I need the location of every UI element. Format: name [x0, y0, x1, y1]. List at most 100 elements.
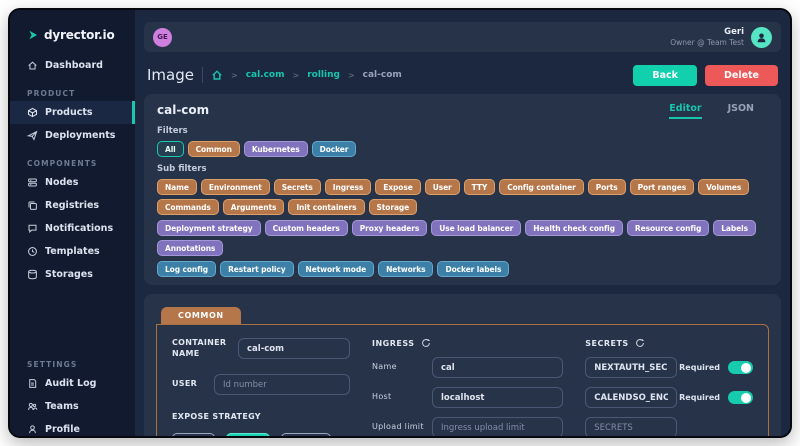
users-icon: [27, 401, 38, 412]
sidebar-item-teams[interactable]: Teams: [10, 395, 135, 418]
sub-filter-chip[interactable]: User: [425, 179, 460, 195]
secret-new-input[interactable]: [585, 417, 677, 436]
panel-col-3: SECRETS Required Required: [585, 338, 753, 436]
sub-filter-chip[interactable]: Environment: [201, 179, 270, 195]
sub-filter-chip[interactable]: Use load balancer: [431, 220, 521, 236]
avatar[interactable]: [751, 27, 772, 48]
sidebar-item-nodes[interactable]: Nodes: [10, 171, 135, 194]
user-input[interactable]: [214, 374, 350, 395]
sub-filter-chip[interactable]: Init containers: [288, 199, 364, 215]
expose-https-button[interactable]: HTTPS: [281, 433, 330, 436]
deploy-icon: [27, 130, 38, 141]
sidebar-item-audit-log[interactable]: Audit Log: [10, 372, 135, 395]
common-section-tab[interactable]: COMMON: [161, 307, 241, 324]
panel-col-2: INGRESS Name Host Upload limit: [372, 338, 563, 436]
main-area: GE Geri Owner @ Team Test Image > cal.co…: [135, 10, 790, 436]
ingress-host-label: Host: [372, 392, 432, 402]
filter-chip-common[interactable]: Common: [188, 141, 240, 157]
sub-filter-chip[interactable]: Annotations: [157, 240, 223, 256]
brand-logo[interactable]: dyrector.io: [10, 24, 135, 54]
sub-filter-chip[interactable]: TTY: [464, 179, 496, 195]
chevron-right-icon: >: [231, 71, 238, 80]
delete-button[interactable]: Delete: [705, 65, 778, 86]
tab-editor[interactable]: Editor: [669, 103, 701, 119]
team-badge[interactable]: GE: [153, 28, 172, 47]
secret-key-input[interactable]: [585, 387, 677, 408]
secret-key-input[interactable]: [585, 357, 677, 378]
sub-filter-chip[interactable]: Networks: [378, 261, 433, 277]
ingress-name-input[interactable]: [432, 357, 563, 378]
user-name: Geri: [670, 27, 744, 38]
home-icon[interactable]: [211, 69, 223, 81]
sub-filter-chip[interactable]: Restart policy: [220, 261, 293, 277]
sidebar-item-label: Storages: [45, 269, 93, 280]
sidebar-item-storages[interactable]: Storages: [10, 263, 135, 286]
sub-filter-chip[interactable]: Network mode: [298, 261, 375, 277]
sidebar-item-registries[interactable]: Registries: [10, 194, 135, 217]
sub-filter-chip[interactable]: Storage: [369, 199, 418, 215]
sidebar-item-products[interactable]: Products: [10, 101, 135, 124]
sub-filter-chip[interactable]: Health check config: [525, 220, 623, 236]
secrets-label: SECRETS: [585, 339, 628, 348]
sub-filter-chip[interactable]: Docker labels: [437, 261, 509, 277]
sidebar-item-profile[interactable]: Profile: [10, 418, 135, 438]
refresh-icon[interactable]: [635, 338, 645, 348]
container-name-label: CONTAINER NAME: [172, 338, 238, 359]
panel-col-1: CONTAINER NAME USER EXPOSE STRATEGY None…: [172, 338, 350, 436]
required-label: Required: [679, 363, 720, 372]
sub-filter-chip[interactable]: Log config: [157, 261, 216, 277]
required-toggle[interactable]: [728, 391, 753, 404]
ingress-host-input[interactable]: [432, 387, 563, 408]
back-button[interactable]: Back: [633, 65, 697, 86]
tab-json[interactable]: JSON: [728, 103, 754, 119]
sub-filter-chip[interactable]: Port ranges: [630, 179, 694, 195]
sub-filter-chip[interactable]: Custom headers: [265, 220, 348, 236]
sub-filter-chip[interactable]: Volumes: [698, 179, 749, 195]
sub-filter-chip[interactable]: Config container: [499, 179, 584, 195]
breadcrumb: Image > cal.com > rolling > cal-com Back…: [144, 61, 781, 89]
chevron-right-icon: >: [293, 71, 300, 80]
container-name-input[interactable]: [238, 338, 350, 359]
sidebar-spacer: [10, 286, 135, 348]
sub-filter-chip[interactable]: Proxy headers: [352, 220, 428, 236]
sub-filter-chip[interactable]: Secrets: [274, 179, 321, 195]
sidebar-item-dashboard[interactable]: Dashboard: [10, 54, 135, 77]
sub-filter-chip[interactable]: Arguments: [223, 199, 285, 215]
user-block[interactable]: Geri Owner @ Team Test: [670, 27, 772, 48]
copy-icon: [27, 200, 38, 211]
breadcrumb-image: cal-com: [363, 70, 402, 80]
required-toggle[interactable]: [728, 361, 753, 374]
sub-filter-chip[interactable]: Ingress: [325, 179, 372, 195]
filter-chip-docker[interactable]: Docker: [312, 141, 357, 157]
sub-filter-chip[interactable]: Name: [157, 179, 197, 195]
sub-filter-chip[interactable]: Commands: [157, 199, 219, 215]
sidebar-section-settings: SETTINGS: [10, 348, 135, 372]
filter-chip-kubernetes[interactable]: Kubernetes: [244, 141, 308, 157]
sub-filter-chip[interactable]: Ports: [588, 179, 626, 195]
page-title: Image: [147, 66, 194, 84]
breadcrumb-product[interactable]: cal.com: [246, 70, 285, 80]
filter-chips: All Common Kubernetes Docker: [157, 141, 768, 157]
sidebar-item-deployments[interactable]: Deployments: [10, 124, 135, 147]
filter-chip-all[interactable]: All: [157, 141, 184, 157]
refresh-icon[interactable]: [421, 338, 431, 348]
sidebar-item-notifications[interactable]: Notifications: [10, 217, 135, 240]
sub-filter-chip[interactable]: Expose: [375, 179, 420, 195]
sub-filters-label: Sub filters: [157, 164, 768, 174]
sub-filter-chip[interactable]: Deployment strategy: [157, 220, 261, 236]
expose-none-button[interactable]: None: [172, 433, 215, 436]
sub-filter-chip[interactable]: Resource config: [627, 220, 709, 236]
ingress-label: INGRESS: [372, 339, 415, 348]
divider: [202, 67, 203, 83]
sub-filter-chip[interactable]: Labels: [713, 220, 756, 236]
document-icon: [27, 378, 38, 389]
filters-label: Filters: [157, 126, 768, 136]
sidebar-item-templates[interactable]: Templates: [10, 240, 135, 263]
ingress-upload-input[interactable]: [432, 417, 563, 436]
sidebar-item-label: Deployments: [45, 130, 115, 141]
config-card: COMMON CONTAINER NAME USER EXPOSE STRATE…: [144, 294, 781, 436]
breadcrumb-version[interactable]: rolling: [307, 70, 340, 80]
ingress-upload-label: Upload limit: [372, 422, 432, 432]
expose-http-button[interactable]: HTTP: [226, 433, 270, 436]
sidebar-item-label: Teams: [45, 401, 79, 412]
